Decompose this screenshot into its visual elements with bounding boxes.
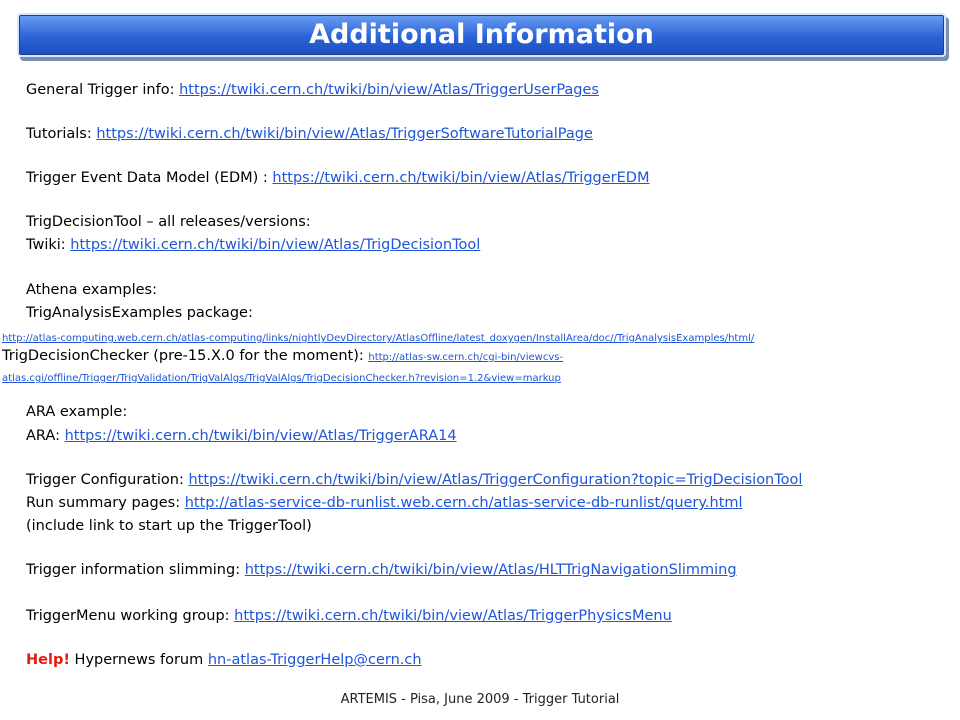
tdt-line: Twiki: https://twiki.cern.ch/twiki/bin/v… xyxy=(26,237,480,253)
config-link[interactable]: https://twiki.cern.ch/twiki/bin/view/Atl… xyxy=(188,472,802,488)
general-trigger-link[interactable]: https://twiki.cern.ch/twiki/bin/view/Atl… xyxy=(179,82,599,98)
config-label: Trigger Configuration: xyxy=(26,472,189,488)
slimming-line: Trigger information slimming: https://tw… xyxy=(26,562,737,578)
slide-title: Additional Information xyxy=(309,19,654,50)
help-line: Help! Hypernews forum hn-atlas-TriggerHe… xyxy=(26,652,422,668)
tutorials-link[interactable]: https://twiki.cern.ch/twiki/bin/view/Atl… xyxy=(96,126,593,142)
help-email-link[interactable]: hn-atlas-TriggerHelp@cern.ch xyxy=(208,652,422,668)
checker-line-2: atlas.cgi/offline/Trigger/TrigValidation… xyxy=(2,369,561,385)
edm-label: Trigger Event Data Model (EDM) : xyxy=(26,170,273,186)
tutorials-label: Tutorials: xyxy=(26,126,97,142)
checker-link-part1[interactable]: http://atlas-sw.cern.ch/cgi-bin/viewcvs- xyxy=(368,352,563,363)
athena-heading: Athena examples: xyxy=(26,282,157,298)
analysis-link[interactable]: http://atlas-computing.web.cern.ch/atlas… xyxy=(2,333,754,344)
runsummary-label: Run summary pages: xyxy=(26,495,185,511)
runsummary-note: (include link to start up the TriggerToo… xyxy=(26,518,312,534)
menu-link[interactable]: https://twiki.cern.ch/twiki/bin/view/Atl… xyxy=(234,608,672,624)
tutorials-line: Tutorials: https://twiki.cern.ch/twiki/b… xyxy=(26,126,593,142)
footer: ARTEMIS - Pisa, June 2009 - Trigger Tuto… xyxy=(340,692,620,707)
tdt-label: Twiki: xyxy=(26,237,71,253)
runsummary-link[interactable]: http://atlas-service-db-runlist.web.cern… xyxy=(185,495,743,511)
general-trigger-label: General Trigger info: xyxy=(26,82,180,98)
menu-label: TriggerMenu working group: xyxy=(26,608,235,624)
help-prefix: Help! xyxy=(26,652,70,668)
analysis-line: http://atlas-computing.web.cern.ch/atlas… xyxy=(2,329,754,345)
config-line: Trigger Configuration: https://twiki.cer… xyxy=(26,472,802,488)
menu-line: TriggerMenu working group: https://twiki… xyxy=(26,608,672,624)
ara-line: ARA: https://twiki.cern.ch/twiki/bin/vie… xyxy=(26,428,457,444)
tdt-heading: TrigDecisionTool – all releases/versions… xyxy=(26,214,311,230)
checker-link-part2[interactable]: atlas.cgi/offline/Trigger/TrigValidation… xyxy=(2,373,561,384)
runsummary-line: Run summary pages: http://atlas-service-… xyxy=(26,495,743,511)
edm-link[interactable]: https://twiki.cern.ch/twiki/bin/view/Atl… xyxy=(272,170,649,186)
tdt-link[interactable]: https://twiki.cern.ch/twiki/bin/view/Atl… xyxy=(70,237,480,253)
ara-link[interactable]: https://twiki.cern.ch/twiki/bin/view/Atl… xyxy=(65,428,457,444)
ara-label: ARA: xyxy=(26,428,65,444)
checker-line: TrigDecisionChecker (pre-15.X.0 for the … xyxy=(2,348,563,364)
edm-line: Trigger Event Data Model (EDM) : https:/… xyxy=(26,170,649,186)
checker-label: TrigDecisionChecker (pre-15.X.0 for the … xyxy=(2,348,369,364)
title-banner: Additional Information xyxy=(17,13,946,57)
slimming-label: Trigger information slimming: xyxy=(26,562,245,578)
analysis-heading: TrigAnalysisExamples package: xyxy=(26,305,253,321)
general-trigger-line: General Trigger info: https://twiki.cern… xyxy=(26,82,599,98)
help-label: Hypernews forum xyxy=(69,652,208,668)
ara-heading: ARA example: xyxy=(26,404,128,420)
slimming-link[interactable]: https://twiki.cern.ch/twiki/bin/view/Atl… xyxy=(245,562,737,578)
